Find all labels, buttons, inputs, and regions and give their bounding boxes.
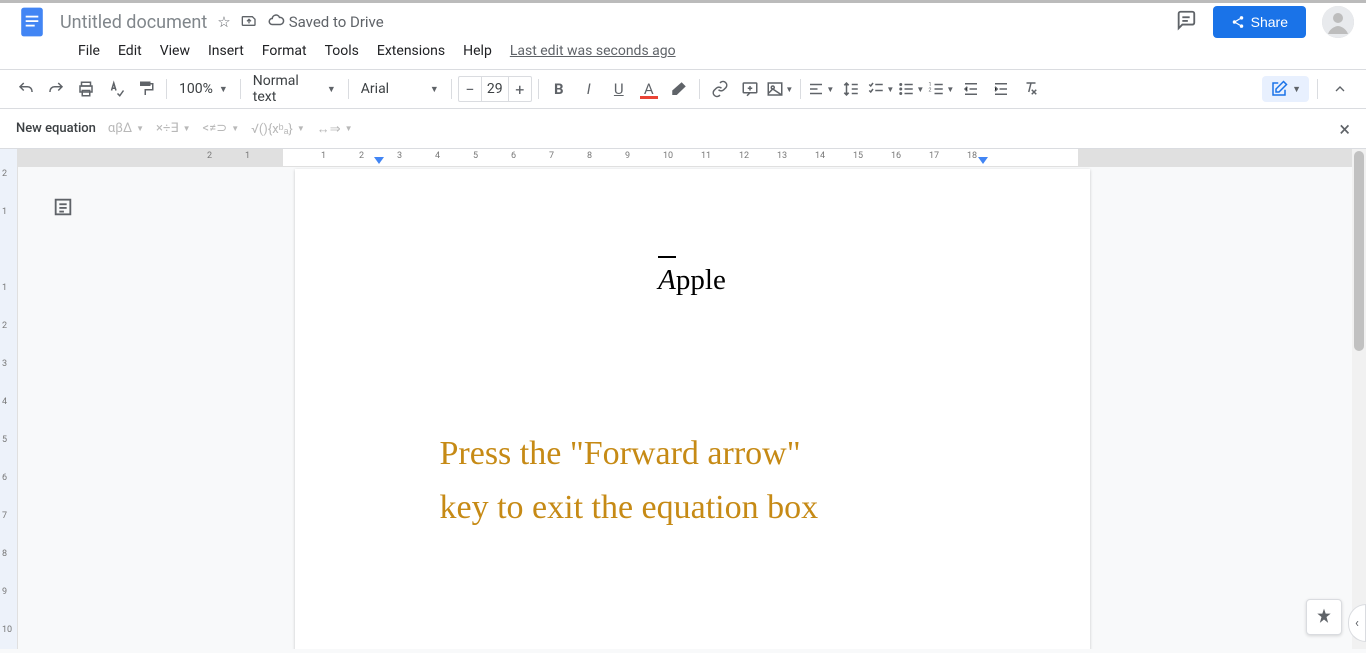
- highlight-button[interactable]: [665, 75, 693, 103]
- underline-button[interactable]: U: [605, 75, 633, 103]
- menu-insert[interactable]: Insert: [200, 39, 252, 63]
- star-icon[interactable]: ☆: [217, 13, 230, 31]
- menu-help[interactable]: Help: [455, 39, 500, 63]
- bullet-list-button[interactable]: ▼: [897, 75, 925, 103]
- new-equation-button[interactable]: New equation: [16, 121, 96, 136]
- print-button[interactable]: [72, 75, 100, 103]
- paint-format-button[interactable]: [132, 75, 160, 103]
- redo-button[interactable]: [42, 75, 70, 103]
- bold-button[interactable]: B: [545, 75, 573, 103]
- editing-mode-button[interactable]: ▼: [1262, 76, 1309, 102]
- comment-history-icon[interactable]: [1175, 9, 1197, 35]
- last-edit-link[interactable]: Last edit was seconds ago: [510, 43, 676, 59]
- font-select[interactable]: Arial▼: [355, 75, 445, 103]
- eq-greek-menu[interactable]: αβΔ▼: [108, 121, 144, 136]
- insert-image-button[interactable]: ▼: [766, 75, 794, 103]
- zoom-select[interactable]: 100%▼: [173, 75, 234, 103]
- document-title[interactable]: Untitled document: [60, 12, 207, 33]
- eq-ops-menu[interactable]: ×÷∃▼: [156, 121, 191, 136]
- clear-format-button[interactable]: [1017, 75, 1045, 103]
- menu-tools[interactable]: Tools: [317, 39, 367, 63]
- docs-logo-icon[interactable]: [12, 2, 52, 42]
- spellcheck-button[interactable]: [102, 75, 130, 103]
- menu-format[interactable]: Format: [254, 39, 315, 63]
- eq-arrows-menu[interactable]: ↔⇒▼: [317, 121, 353, 137]
- menu-extensions[interactable]: Extensions: [369, 39, 453, 63]
- eq-math-menu[interactable]: √(){xᵇₐ}▼: [251, 121, 305, 137]
- decrease-indent-button[interactable]: [957, 75, 985, 103]
- insert-link-button[interactable]: [706, 75, 734, 103]
- move-icon[interactable]: [241, 12, 257, 32]
- share-button[interactable]: Share: [1213, 6, 1306, 38]
- document-main-text[interactable]: Apple: [390, 264, 995, 297]
- explore-button[interactable]: [1306, 599, 1342, 635]
- font-size-input[interactable]: 29: [481, 77, 509, 101]
- menu-edit[interactable]: Edit: [110, 39, 150, 63]
- italic-button[interactable]: I: [575, 75, 603, 103]
- hide-menus-button[interactable]: [1326, 75, 1354, 103]
- equation-bar-close[interactable]: ×: [1339, 117, 1350, 141]
- checklist-button[interactable]: ▼: [867, 75, 895, 103]
- account-avatar[interactable]: [1322, 6, 1354, 38]
- font-size-increase[interactable]: +: [509, 77, 531, 101]
- horizontal-ruler[interactable]: 21123456789101112131415161718: [18, 149, 1366, 167]
- style-select[interactable]: Normal text▼: [247, 75, 342, 103]
- show-outline-button[interactable]: [48, 192, 78, 222]
- add-comment-button[interactable]: [736, 75, 764, 103]
- numbered-list-button[interactable]: 12▼: [927, 75, 955, 103]
- undo-button[interactable]: [12, 75, 40, 103]
- increase-indent-button[interactable]: [987, 75, 1015, 103]
- svg-text:2: 2: [929, 87, 932, 93]
- vertical-scrollbar[interactable]: [1352, 149, 1366, 649]
- line-spacing-button[interactable]: [837, 75, 865, 103]
- eq-rel-menu[interactable]: <≠⊃▼: [203, 121, 240, 136]
- menu-file[interactable]: File: [70, 39, 108, 63]
- document-annotation: Press the "Forward arrow" key to exit th…: [390, 427, 995, 536]
- cloud-icon: [267, 11, 285, 33]
- vertical-ruler: 2112345678910: [0, 149, 18, 649]
- text-color-button[interactable]: A: [635, 75, 663, 103]
- font-size-decrease[interactable]: −: [459, 77, 481, 101]
- menu-view[interactable]: View: [152, 39, 198, 63]
- align-button[interactable]: ▼: [807, 75, 835, 103]
- document-page[interactable]: Apple Press the "Forward arrow" key to e…: [295, 169, 1090, 649]
- save-status-text: Saved to Drive: [289, 13, 384, 31]
